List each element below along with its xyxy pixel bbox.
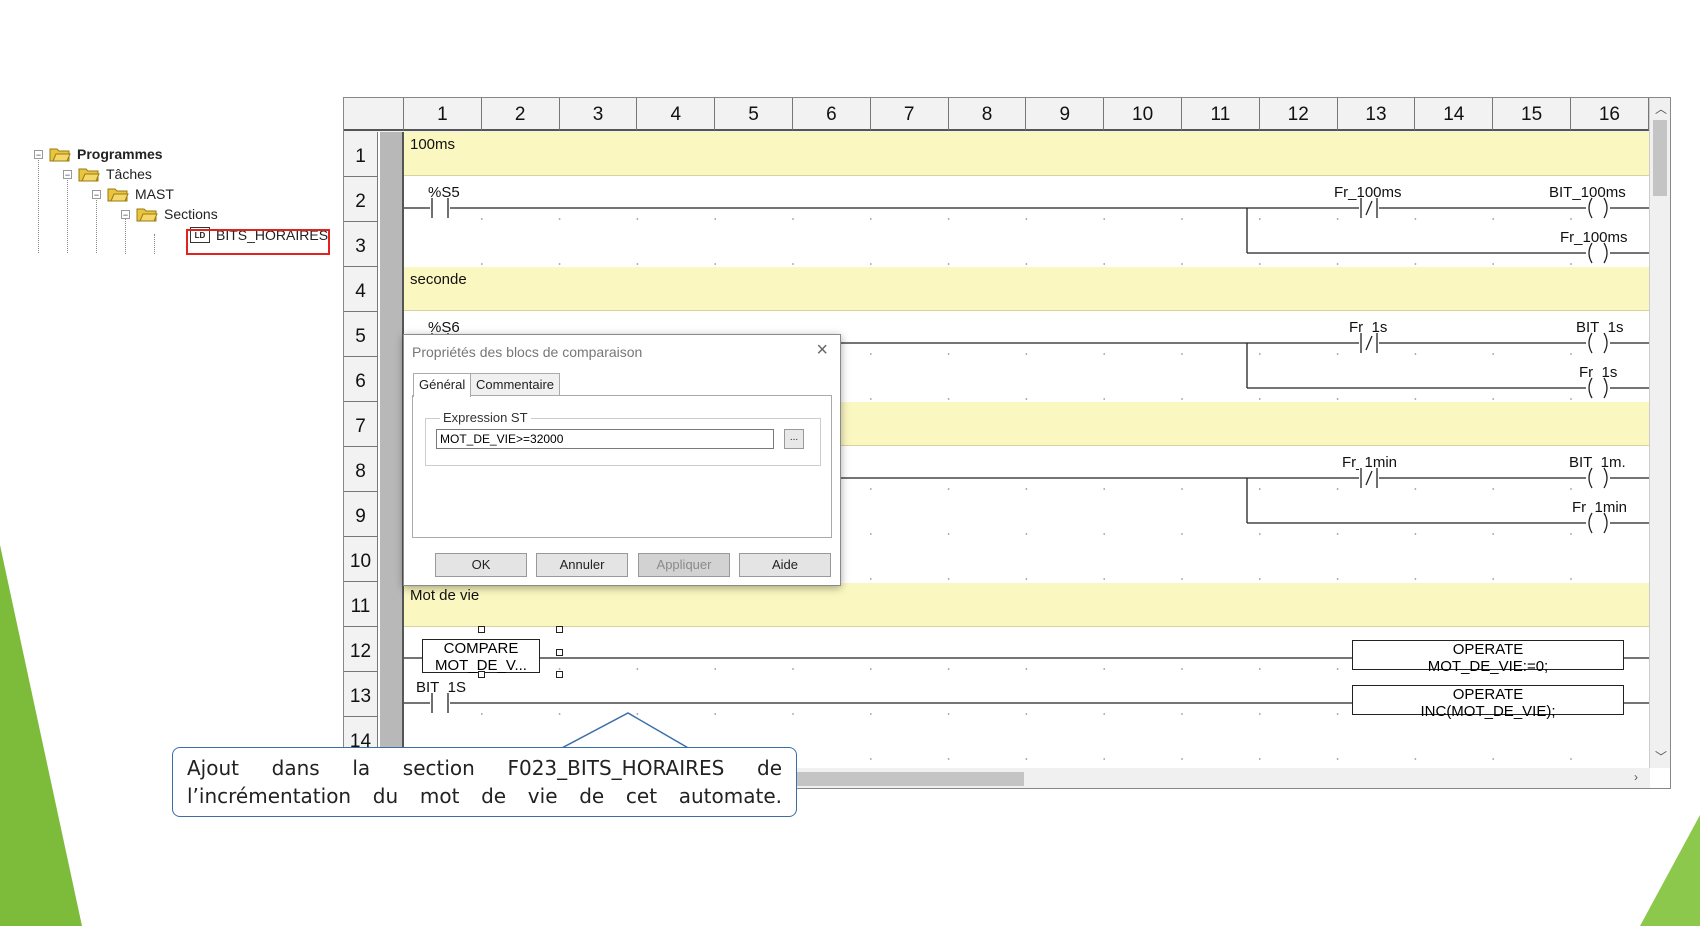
tree-item-sections[interactable]: − Sections: [121, 204, 218, 224]
tree-label: Tâches: [106, 166, 152, 182]
row-header-cell: 9: [344, 492, 378, 537]
ok-button[interactable]: OK: [435, 553, 527, 577]
browse-button[interactable]: ...: [784, 429, 804, 449]
operate-block-reset[interactable]: OPERATE MOT_DE_VIE:=0;: [1352, 640, 1624, 675]
selection-handle[interactable]: [556, 671, 563, 678]
row-header-cell: 7: [344, 402, 378, 447]
row-header-cell: 1: [344, 132, 378, 177]
block-expression: MOT_DE_VIE:=0;: [1427, 658, 1549, 675]
collapse-icon[interactable]: −: [34, 149, 43, 159]
row-header-cell: 11: [344, 582, 378, 627]
tree-item-taches[interactable]: − Tâches: [63, 164, 152, 184]
help-button[interactable]: Aide: [739, 553, 831, 577]
block-title: COMPARE: [443, 640, 519, 657]
row-header-cell: 5: [344, 312, 378, 357]
selection-handle[interactable]: [478, 671, 485, 678]
callout-pointer: [560, 712, 693, 751]
expression-input[interactable]: [436, 429, 774, 449]
block-expression: INC(MOT_DE_VIE);: [1420, 703, 1556, 720]
folder-icon: [78, 168, 100, 182]
folder-icon: [49, 148, 71, 162]
cancel-button[interactable]: Annuler: [536, 553, 628, 577]
collapse-icon[interactable]: −: [121, 209, 130, 219]
compare-block[interactable]: COMPARE MOT_DE_V...: [422, 639, 540, 674]
row-header-cell: 13: [344, 672, 378, 717]
block-title: OPERATE: [1452, 641, 1524, 658]
row-header-cell: 4: [344, 267, 378, 312]
collapse-icon[interactable]: −: [92, 189, 101, 199]
row-header-cell: 3: [344, 222, 378, 267]
block-title: OPERATE: [1452, 686, 1524, 703]
row-header-cell: 8: [344, 447, 378, 492]
group-label: Expression ST: [440, 410, 531, 425]
vertical-scrollbar[interactable]: ︿ ﹀: [1649, 98, 1670, 768]
vertical-scroll-thumb[interactable]: [1653, 120, 1667, 196]
section-highlight-box: [186, 229, 330, 255]
tab-panel: Expression ST ...: [412, 395, 832, 538]
tree-label: MAST: [135, 186, 174, 202]
tree-label: Programmes: [77, 146, 163, 162]
row-header-cell: 6: [344, 357, 378, 402]
row-header-cell: 12: [344, 627, 378, 672]
scroll-right-icon[interactable]: ›: [1634, 770, 1638, 784]
tree-label: Sections: [164, 206, 218, 222]
expression-group: Expression ST ...: [425, 410, 821, 466]
apply-button[interactable]: Appliquer: [638, 553, 730, 577]
selection-handle[interactable]: [478, 626, 485, 633]
folder-icon: [136, 208, 158, 222]
tab-commentaire[interactable]: Commentaire: [470, 373, 561, 396]
scroll-down-icon[interactable]: ﹀: [1655, 748, 1667, 765]
scroll-up-icon[interactable]: ︿: [1655, 100, 1667, 117]
tree-item-mast[interactable]: − MAST: [92, 184, 174, 204]
selection-handle[interactable]: [556, 649, 563, 656]
folder-icon: [107, 188, 129, 202]
tab-general[interactable]: Général: [413, 373, 472, 397]
collapse-icon[interactable]: −: [63, 169, 72, 179]
tree-item-programmes[interactable]: − Programmes: [34, 144, 163, 164]
annotation-callout: Ajout dans la section F023_BITS_HORAIRES…: [172, 747, 797, 817]
comparison-block-properties-dialog: Propriétés des blocs de comparaison × Gé…: [403, 334, 841, 586]
dialog-title: Propriétés des blocs de comparaison: [412, 344, 643, 360]
row-header-cell: 10: [344, 537, 378, 582]
operate-block-increment[interactable]: OPERATE INC(MOT_DE_VIE);: [1352, 685, 1624, 720]
close-icon[interactable]: ×: [816, 339, 828, 362]
selection-handle[interactable]: [556, 626, 563, 633]
row-header-cell: 2: [344, 177, 378, 222]
